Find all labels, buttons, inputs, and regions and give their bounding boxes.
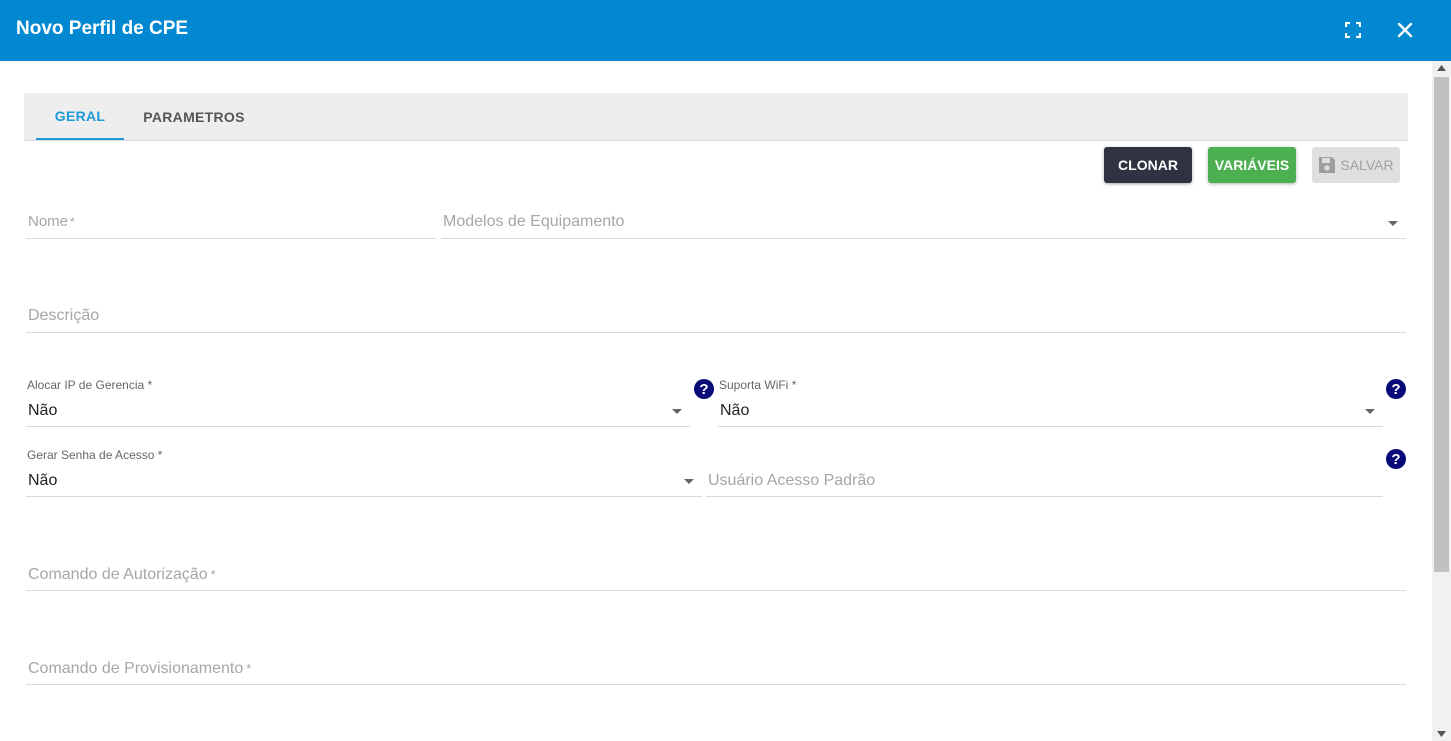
save-disk-icon [1319, 157, 1336, 173]
usuario-acesso-field[interactable]: Usuário Acesso Padrão [706, 462, 1383, 497]
vertical-scrollbar[interactable] [1432, 61, 1451, 741]
comando-autorizacao-placeholder: Comando de Autorização [28, 566, 208, 583]
salvar-button-label: SALVAR [1340, 157, 1394, 173]
suporta-wifi-value: Não [720, 402, 750, 419]
alocar-ip-select[interactable]: Alocar IP de Gerencia * Não [26, 378, 690, 427]
comando-provisionamento-placeholder: Comando de Provisionamento [28, 660, 244, 677]
dialog-title: Novo Perfil de CPE [16, 18, 189, 39]
usuario-acesso-placeholder: Usuário Acesso Padrão [708, 472, 876, 489]
fullscreen-button[interactable] [1339, 16, 1367, 44]
modelos-placeholder: Modelos de Equipamento [443, 213, 625, 230]
comando-provisionamento-field[interactable]: Comando de Provisionamento * [26, 650, 1406, 685]
nome-field[interactable]: Nome * [26, 205, 436, 239]
variaveis-button[interactable]: VARIÁVEIS [1208, 147, 1296, 183]
fullscreen-icon [1345, 22, 1361, 38]
close-button[interactable] [1391, 16, 1419, 44]
salvar-button[interactable]: SALVAR [1312, 147, 1400, 183]
alocar-ip-dropdown-icon[interactable] [672, 409, 682, 414]
cpe-profile-dialog: Novo Perfil de CPE GERAL PARAMETROS CLON… [0, 0, 1451, 741]
alocar-ip-required-mark: * [147, 378, 153, 392]
comando-provisionamento-required-mark: * [246, 661, 252, 676]
scrollbar-thumb[interactable] [1434, 77, 1449, 572]
gerar-senha-dropdown-icon[interactable] [684, 479, 694, 484]
close-icon [1397, 22, 1413, 38]
suporta-wifi-select[interactable]: Suporta WiFi * Não [718, 378, 1383, 427]
scroll-up-arrow-icon[interactable] [1432, 61, 1451, 75]
suporta-wifi-dropdown-icon[interactable] [1365, 409, 1375, 414]
scroll-down-arrow-icon[interactable] [1432, 727, 1451, 741]
nome-required-mark: * [70, 215, 75, 229]
alocar-ip-help-icon[interactable]: ? [694, 379, 714, 399]
descricao-placeholder: Descrição [28, 307, 100, 324]
modelos-equipamento-select[interactable]: Modelos de Equipamento [441, 205, 1406, 239]
alocar-ip-label: Alocar IP de Gerencia [27, 378, 145, 392]
suporta-wifi-help-icon[interactable]: ? [1386, 379, 1406, 399]
comando-autorizacao-required-mark: * [210, 567, 216, 582]
dialog-header: Novo Perfil de CPE [0, 0, 1451, 61]
tab-geral[interactable]: GERAL [36, 93, 124, 140]
modelos-dropdown-icon[interactable] [1388, 221, 1398, 226]
tab-bar: GERAL PARAMETROS [24, 93, 1408, 141]
gerar-senha-select[interactable]: Gerar Senha de Acesso * Não [26, 448, 702, 497]
nome-placeholder: Nome [28, 213, 69, 230]
usuario-acesso-help-icon[interactable]: ? [1386, 449, 1406, 469]
clonar-button[interactable]: CLONAR [1104, 147, 1192, 183]
gerar-senha-required-mark: * [157, 448, 163, 462]
gerar-senha-value: Não [28, 472, 58, 489]
suporta-wifi-label: Suporta WiFi [719, 378, 789, 392]
gerar-senha-label: Gerar Senha de Acesso [27, 448, 155, 462]
tab-parametros[interactable]: PARAMETROS [136, 93, 252, 140]
comando-autorizacao-field[interactable]: Comando de Autorização * [26, 556, 1406, 591]
descricao-field[interactable]: Descrição [26, 298, 1406, 333]
suporta-wifi-required-mark: * [791, 378, 797, 392]
alocar-ip-value: Não [28, 402, 58, 419]
